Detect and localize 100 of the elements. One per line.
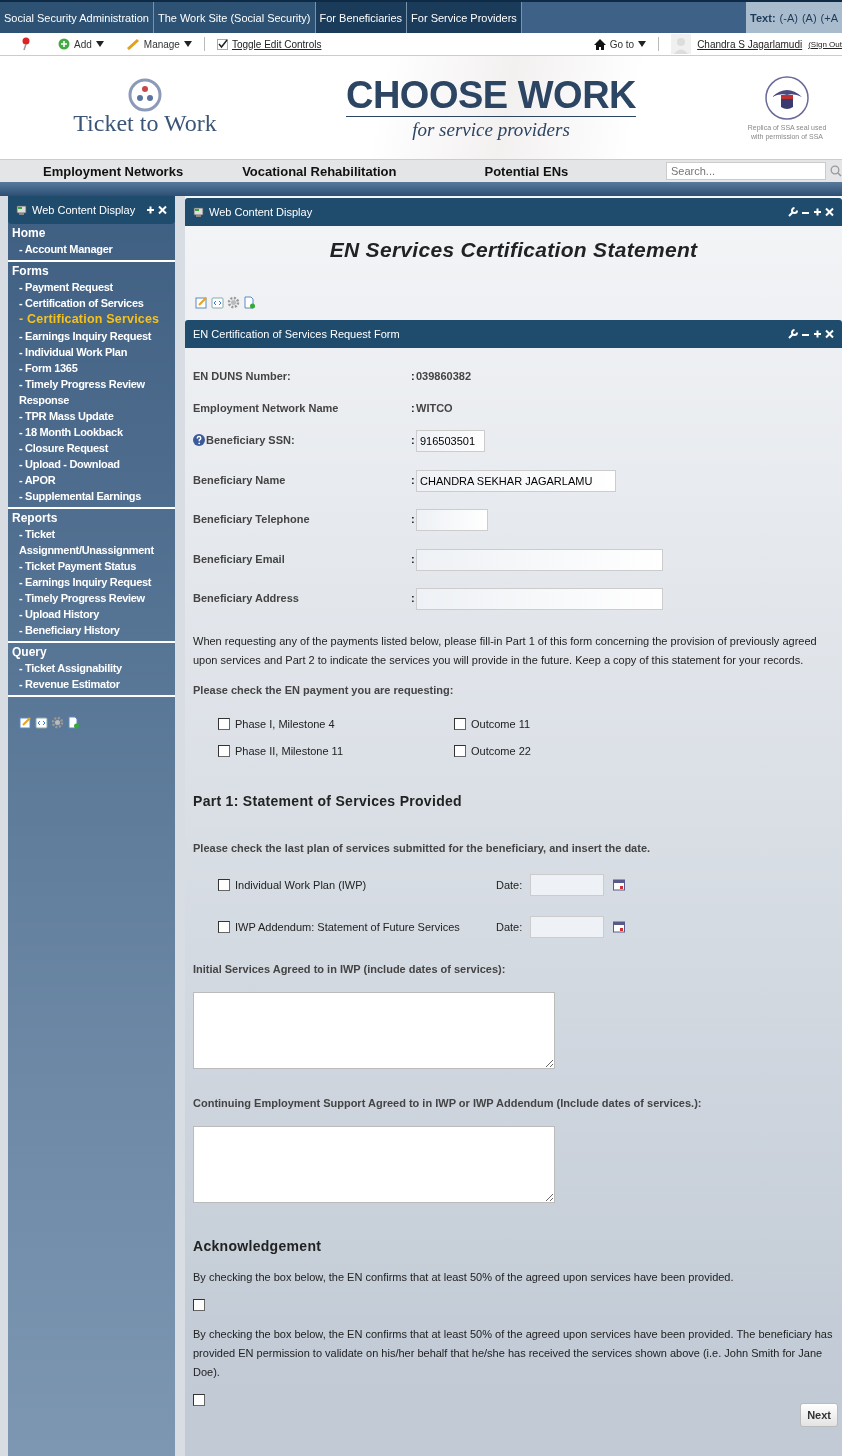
sidebar-link[interactable]: - Upload - Download <box>8 456 175 472</box>
text-size-link[interactable]: (-A) <box>779 11 798 24</box>
sidebar-link[interactable]: - Supplemental Earnings <box>8 488 175 504</box>
edit-icon[interactable] <box>19 716 32 729</box>
add-page-icon[interactable] <box>67 716 80 729</box>
caret-icon <box>95 41 104 47</box>
menu-item[interactable]: Potential ENs <box>484 163 569 179</box>
help-icon[interactable] <box>193 434 205 446</box>
sidebar-link[interactable]: - Certification Services <box>8 311 175 328</box>
pin-icon[interactable] <box>20 37 32 51</box>
field-value: 039860382 <box>416 370 472 382</box>
checkbox-label: Outcome 11 <box>471 717 531 730</box>
maximize-icon[interactable] <box>146 205 155 215</box>
sidebar-link[interactable]: - Payment Request <box>8 279 175 295</box>
sidebar-link[interactable]: - Ticket Assignability <box>8 660 175 676</box>
checkbox[interactable] <box>193 1393 205 1406</box>
sidebar-link[interactable]: - Form 1365 <box>8 360 175 376</box>
sidebar-link[interactable]: - Individual Work Plan <box>8 344 175 360</box>
pencil-icon <box>125 38 140 50</box>
field-label: Employment Network Name <box>193 402 339 414</box>
sidebar-link[interactable]: - TPR Mass Update <box>8 408 175 424</box>
input-field[interactable]: 916503501 <box>416 430 485 452</box>
menu-item[interactable]: Employment Networks <box>43 163 184 179</box>
close-icon[interactable] <box>825 207 834 217</box>
sidebar-link[interactable]: - Certification of Services <box>8 295 175 311</box>
add-button[interactable]: Add <box>58 38 104 50</box>
sidebar-link[interactable]: - Earnings Inquiry Request <box>8 574 175 590</box>
sidebar-link[interactable]: - Timely Progress Review <box>8 590 175 606</box>
nav-link[interactable]: For Service Providers <box>407 2 522 33</box>
field-label: Beneficiary Address <box>193 592 299 604</box>
user-link[interactable]: Chandra S Jagarlamudi <box>697 38 803 50</box>
close-icon[interactable] <box>825 329 834 339</box>
plan-prompt: Please check the last plan of services submitted for the beneficiary, and insert the date. <box>193 840 652 856</box>
toggle-edit-controls[interactable]: Toggle Edit Controls <box>216 38 322 50</box>
checkbox[interactable] <box>218 878 230 891</box>
input-field[interactable] <box>416 548 663 571</box>
sidebar-link[interactable]: - Earnings Inquiry Request <box>8 328 175 344</box>
search-field[interactable]: Search... <box>666 162 826 180</box>
logo-text: Ticket to Work <box>73 110 217 137</box>
next-button[interactable]: Next <box>800 1402 838 1427</box>
code-icon[interactable] <box>211 296 224 309</box>
code-icon[interactable] <box>35 716 48 729</box>
text-size-link[interactable]: (A) <box>801 11 817 24</box>
sidebar-link[interactable]: - Upload History <box>8 606 175 622</box>
nav-link[interactable]: The Work Site (Social Security) <box>153 2 316 33</box>
menu-item[interactable]: Vocational Rehabilitation <box>242 163 397 179</box>
instructions-text: When requesting any of the payments listed below, please fill-in Part 1 of this form concerning the provision of previously agreed upon services and Part 2 to indicate the services you will provide in the future. Keep a copy of this statement for your records. <box>193 633 818 668</box>
goto-button[interactable]: Go to <box>593 38 647 50</box>
sidebar-link[interactable]: - Timely Progress Review Response <box>8 376 175 408</box>
sidebar-link[interactable]: - APOR <box>8 472 175 488</box>
colon: : <box>411 473 416 486</box>
wrench-icon[interactable] <box>788 207 798 217</box>
nav-link[interactable]: For Beneficiaries <box>315 2 408 33</box>
banner-title: CHOOSE WORK <box>345 74 637 117</box>
portlet-title: Web Content Display <box>32 204 136 216</box>
checkbox[interactable] <box>193 1298 205 1311</box>
text-size-link[interactable]: (+A <box>820 11 838 24</box>
sidebar-link[interactable]: - 18 Month Lookback <box>8 424 175 440</box>
checkbox[interactable] <box>218 744 230 757</box>
input-field[interactable] <box>416 588 663 610</box>
nav-link[interactable]: Social Security Administration <box>0 2 154 33</box>
date-label: Date: <box>496 878 524 891</box>
field-label: EN DUNS Number: <box>193 370 291 382</box>
checkbox-icon <box>216 38 228 50</box>
manage-button[interactable]: Manage <box>125 38 192 50</box>
sign-out-link[interactable]: (Sign Out <box>808 39 842 49</box>
field-label: Beneficiary Email <box>193 552 285 565</box>
input-field[interactable] <box>416 509 488 531</box>
add-page-icon[interactable] <box>243 296 256 309</box>
sidebar-link[interactable]: - Beneficiary History <box>8 622 175 638</box>
page-heading: EN Services Certification Statement <box>328 238 699 262</box>
gear-icon[interactable] <box>227 296 240 309</box>
sidebar-link[interactable]: - Ticket Assignment/Unassignment <box>8 526 175 558</box>
home-icon <box>593 38 606 50</box>
section-heading: Part 1: Statement of Services Provided <box>193 792 463 809</box>
maximize-icon[interactable] <box>813 207 822 217</box>
date-field[interactable] <box>530 873 604 896</box>
checkbox-label: Phase I, Milestone 4 <box>235 717 335 730</box>
close-icon[interactable] <box>158 205 167 215</box>
field-label: Beneficiary Name <box>193 473 286 486</box>
wrench-icon[interactable] <box>788 329 798 339</box>
acknowledgement-text: By checking the box below, the EN confirms that at least 50% of the agreed upon services have been provided. <box>193 1269 735 1285</box>
maximize-icon[interactable] <box>813 329 822 339</box>
sidebar-link[interactable]: - Closure Request <box>8 440 175 456</box>
checkbox[interactable] <box>218 920 230 933</box>
checkbox-label: Phase II, Milestone 11 <box>235 744 344 757</box>
calendar-icon[interactable] <box>613 878 625 891</box>
seal-icon <box>764 74 810 121</box>
checkbox[interactable] <box>218 717 230 730</box>
text-size-label: Text: <box>750 11 776 24</box>
checkbox[interactable] <box>454 744 466 757</box>
date-field[interactable] <box>530 915 604 938</box>
colon: : <box>411 513 416 525</box>
sidebar-link[interactable]: - Revenue Estimator <box>8 676 175 692</box>
colon: : <box>411 592 416 604</box>
input-field[interactable]: CHANDRA SEKHAR JAGARLAMU <box>416 469 616 492</box>
calendar-icon[interactable] <box>613 920 625 933</box>
checkbox[interactable] <box>454 717 466 730</box>
sidebar-link[interactable]: - Ticket Payment Status <box>8 558 175 574</box>
sidebar-link[interactable]: - Account Manager <box>8 241 175 257</box>
